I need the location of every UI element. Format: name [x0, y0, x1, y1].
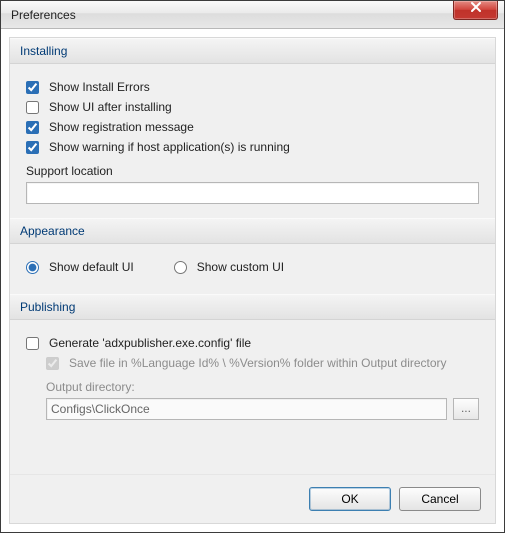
- section-installing: Show Install Errors Show UI after instal…: [10, 64, 495, 218]
- section-header-publishing: Publishing: [10, 294, 495, 320]
- section-appearance: Show default UI Show custom UI: [10, 244, 495, 294]
- generate-config-label: Generate 'adxpublisher.exe.config' file: [49, 336, 251, 350]
- ok-button[interactable]: OK: [309, 487, 391, 511]
- show-warning-host-label: Show warning if host application(s) is r…: [49, 140, 290, 154]
- show-custom-ui-label: Show custom UI: [197, 260, 284, 274]
- save-in-folder-label: Save file in %Language Id% \ %Version% f…: [69, 356, 447, 370]
- section-header-appearance: Appearance: [10, 218, 495, 244]
- support-location-input[interactable]: [26, 182, 479, 204]
- browse-button[interactable]: ...: [453, 398, 479, 420]
- show-warning-host-checkbox[interactable]: [26, 141, 39, 154]
- section-publishing: Generate 'adxpublisher.exe.config' file …: [10, 320, 495, 434]
- show-install-errors-checkbox[interactable]: [26, 81, 39, 94]
- show-default-ui-radio[interactable]: [26, 261, 39, 274]
- cancel-button[interactable]: Cancel: [399, 487, 481, 511]
- titlebar: Preferences: [1, 1, 504, 29]
- save-in-folder-checkbox: [46, 357, 59, 370]
- output-directory-label: Output directory:: [46, 380, 479, 394]
- show-registration-label: Show registration message: [49, 120, 194, 134]
- output-directory-input: [46, 398, 447, 420]
- show-ui-after-checkbox[interactable]: [26, 101, 39, 114]
- close-icon: [470, 1, 482, 13]
- show-custom-ui-radio[interactable]: [174, 261, 187, 274]
- preferences-dialog: Preferences Installing Show Install Erro…: [0, 0, 505, 533]
- support-location-label: Support location: [26, 164, 479, 178]
- generate-config-checkbox[interactable]: [26, 337, 39, 350]
- close-button[interactable]: [453, 1, 498, 20]
- window-title: Preferences: [11, 8, 76, 22]
- show-registration-checkbox[interactable]: [26, 121, 39, 134]
- section-header-installing: Installing: [10, 38, 495, 64]
- show-default-ui-label: Show default UI: [49, 260, 134, 274]
- show-install-errors-label: Show Install Errors: [49, 80, 150, 94]
- show-ui-after-label: Show UI after installing: [49, 100, 172, 114]
- dialog-footer: OK Cancel: [10, 474, 495, 523]
